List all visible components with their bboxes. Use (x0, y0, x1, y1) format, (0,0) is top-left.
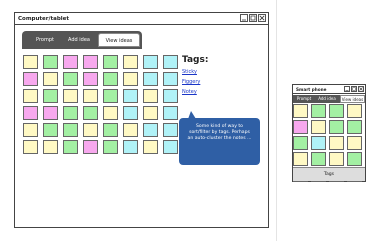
sticky-note[interactable] (63, 140, 78, 154)
phone-tab-prompt[interactable]: Prompt (294, 95, 314, 103)
sticky-note[interactable] (293, 152, 308, 166)
sticky-note[interactable] (83, 89, 98, 103)
sticky-note[interactable] (123, 106, 138, 120)
minimize-icon (345, 90, 349, 91)
close-icon (359, 87, 363, 91)
phone-tab-view-ideas[interactable]: View ideas (340, 95, 365, 103)
sticky-note[interactable] (83, 72, 98, 86)
phone-close-button[interactable] (358, 86, 364, 92)
sticky-note[interactable] (63, 106, 78, 120)
sticky-note[interactable] (347, 104, 362, 118)
tab-view-ideas[interactable]: View ideas (98, 33, 140, 47)
sticky-note[interactable] (347, 136, 362, 150)
window-title: Computer/tablet (18, 16, 70, 22)
sticky-note[interactable] (123, 123, 138, 137)
minimize-icon (242, 19, 246, 21)
sticky-note[interactable] (293, 136, 308, 150)
sticky-note[interactable] (43, 106, 58, 120)
phone-maximize-button[interactable] (351, 86, 357, 92)
sticky-note[interactable] (329, 152, 344, 166)
sticky-note[interactable] (43, 72, 58, 86)
sticky-note[interactable] (143, 106, 158, 120)
close-icon (259, 15, 265, 21)
sticky-note[interactable] (143, 89, 158, 103)
smart-phone-window: Smart phone Prompt Add idea View ideas T… (292, 84, 366, 182)
sticky-note[interactable] (43, 55, 58, 69)
sticky-note[interactable] (163, 123, 178, 137)
sticky-note[interactable] (23, 106, 38, 120)
maximize-button[interactable] (249, 14, 257, 22)
sticky-note[interactable] (63, 55, 78, 69)
sticky-notes-grid (23, 55, 183, 154)
sticky-note[interactable] (23, 123, 38, 137)
sticky-note[interactable] (23, 72, 38, 86)
tags-heading: Tags: (182, 55, 209, 65)
sticky-note[interactable] (63, 89, 78, 103)
annotation-callout: Some kind of way to sort/filter by tags.… (179, 118, 260, 165)
sticky-note[interactable] (83, 140, 98, 154)
sticky-note[interactable] (123, 140, 138, 154)
phone-tags-button[interactable]: Tags (293, 167, 365, 181)
sticky-note[interactable] (23, 55, 38, 69)
sticky-note[interactable] (163, 89, 178, 103)
phone-tab-bar: Prompt Add idea View ideas (293, 95, 365, 103)
tag-link-sticky[interactable]: Sticky (182, 69, 197, 75)
phone-titlebar: Smart phone (293, 85, 365, 94)
sticky-note[interactable] (143, 123, 158, 137)
sticky-note[interactable] (83, 55, 98, 69)
sticky-note[interactable] (103, 55, 118, 69)
sticky-note[interactable] (347, 152, 362, 166)
sticky-note[interactable] (103, 140, 118, 154)
sticky-note[interactable] (329, 104, 344, 118)
sticky-note[interactable] (103, 89, 118, 103)
tag-link-notey[interactable]: Notey (182, 89, 197, 95)
sticky-note[interactable] (123, 72, 138, 86)
sticky-note[interactable] (311, 136, 326, 150)
sticky-note[interactable] (347, 120, 362, 134)
sticky-note[interactable] (293, 120, 308, 134)
sticky-note[interactable] (103, 106, 118, 120)
sticky-note[interactable] (143, 72, 158, 86)
sticky-note[interactable] (163, 140, 178, 154)
phone-window-title: Smart phone (296, 87, 327, 92)
sticky-note[interactable] (23, 89, 38, 103)
sticky-note[interactable] (329, 136, 344, 150)
window-titlebar: Computer/tablet (15, 13, 268, 25)
sticky-note[interactable] (311, 152, 326, 166)
tab-add-idea[interactable]: Add idea (64, 33, 94, 47)
sticky-note[interactable] (43, 123, 58, 137)
sticky-note[interactable] (311, 120, 326, 134)
sticky-note[interactable] (163, 72, 178, 86)
sticky-note[interactable] (43, 140, 58, 154)
sticky-note[interactable] (23, 140, 38, 154)
tab-bar: Prompt Add idea View ideas (22, 31, 142, 49)
sticky-note[interactable] (163, 106, 178, 120)
phone-tab-add-idea[interactable]: Add idea (315, 95, 339, 103)
maximize-icon (250, 15, 256, 21)
tag-link-figgery[interactable]: Figgery (182, 79, 200, 85)
close-button[interactable] (258, 14, 266, 22)
phone-minimize-button[interactable] (344, 86, 350, 92)
sticky-note[interactable] (311, 104, 326, 118)
sticky-note[interactable] (103, 123, 118, 137)
sticky-note[interactable] (83, 106, 98, 120)
sticky-note[interactable] (63, 123, 78, 137)
sticky-note[interactable] (83, 123, 98, 137)
sticky-note[interactable] (103, 72, 118, 86)
sticky-note[interactable] (143, 55, 158, 69)
tab-prompt[interactable]: Prompt (28, 33, 62, 47)
sticky-note[interactable] (329, 120, 344, 134)
sticky-note[interactable] (163, 55, 178, 69)
minimize-button[interactable] (240, 14, 248, 22)
sticky-note[interactable] (143, 140, 158, 154)
canvas-divider (276, 0, 277, 241)
maximize-icon (352, 87, 356, 91)
sticky-note[interactable] (43, 89, 58, 103)
sticky-note[interactable] (63, 72, 78, 86)
sticky-note[interactable] (293, 104, 308, 118)
sticky-note[interactable] (123, 55, 138, 69)
sticky-note[interactable] (123, 89, 138, 103)
computer-tablet-window: Computer/tablet Prompt Add idea View ide… (14, 12, 269, 228)
